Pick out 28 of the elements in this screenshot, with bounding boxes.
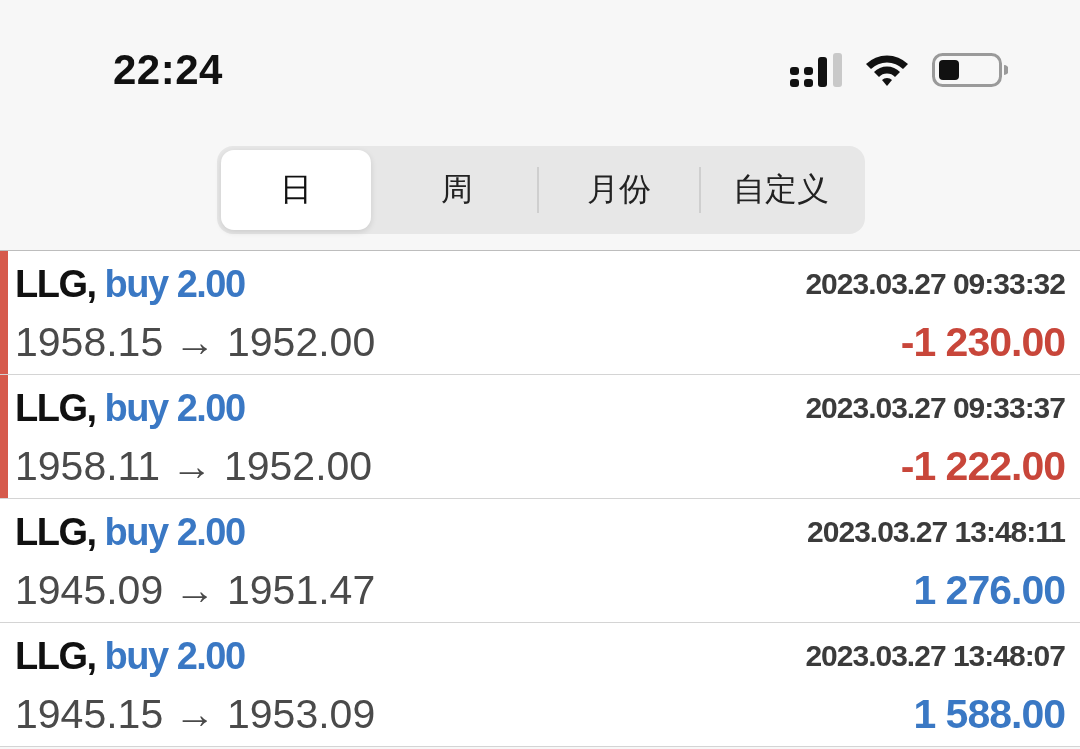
status-time: 22:24: [113, 46, 223, 94]
trade-time: 2023.03.27 13:48:07: [805, 639, 1065, 673]
trade-time: 2023.03.27 13:48:11: [807, 515, 1065, 549]
price-range: 1945.15 → 1953.09: [15, 690, 376, 738]
battery-icon: [932, 53, 1008, 87]
profit-value: 1 276.00: [913, 566, 1065, 614]
tab[interactable]: 日: [221, 150, 371, 230]
tab[interactable]: 周: [377, 150, 537, 230]
symbol-label: LLG,: [15, 634, 96, 678]
order-type-label: buy 2.00: [104, 386, 245, 430]
profit-value: -1 230.00: [900, 318, 1065, 366]
symbol-label: LLG,: [15, 262, 96, 306]
trade-time: 2023.03.27 09:33:37: [805, 391, 1065, 425]
tab[interactable]: 月份: [539, 150, 699, 230]
price-range: 1958.11 → 1952.00: [15, 442, 373, 490]
trade-time: 2023.03.27 09:33:32: [805, 267, 1065, 301]
symbol-label: LLG,: [15, 510, 96, 554]
tab[interactable]: 自定义: [701, 150, 861, 230]
order-type-label: buy 2.00: [104, 262, 245, 306]
order-type-label: buy 2.00: [104, 634, 245, 678]
price-range: 1945.09 → 1951.47: [15, 566, 376, 614]
price-range: 1958.15 → 1952.00: [15, 318, 376, 366]
profit-value: 1 588.00: [913, 690, 1065, 738]
wifi-icon: [864, 54, 910, 86]
symbol-label: LLG,: [15, 386, 96, 430]
order-type-label: buy 2.00: [104, 510, 245, 554]
signal-icon: [790, 53, 842, 87]
profit-value: -1 222.00: [900, 442, 1065, 490]
